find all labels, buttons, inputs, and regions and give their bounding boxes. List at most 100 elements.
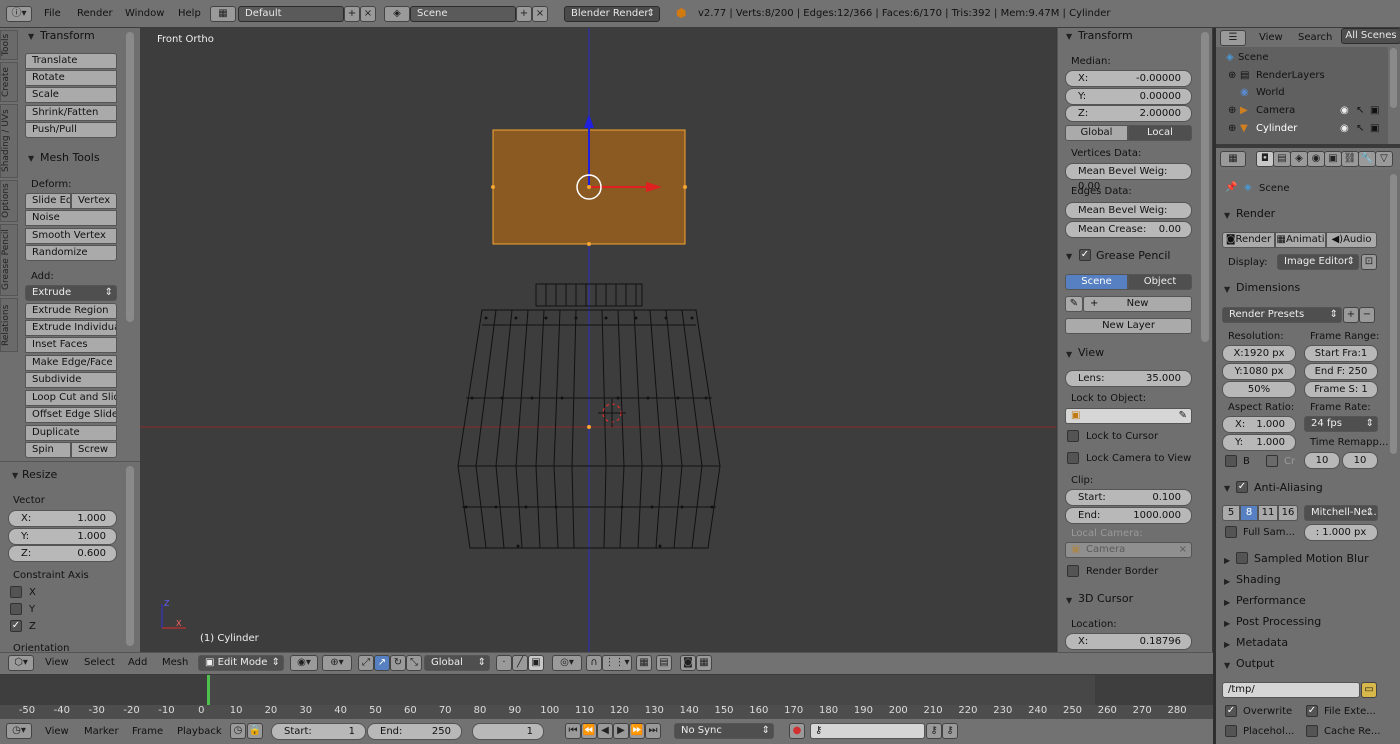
render-still-button[interactable]: ◙Render [1222, 232, 1275, 248]
constraint-z-checkbox[interactable]: ✓ [10, 620, 22, 632]
global-toggle[interactable]: Global [1065, 125, 1128, 141]
collapse-grease-icon[interactable]: ▼ [1066, 252, 1072, 261]
local-toggle[interactable]: Local [1128, 125, 1192, 141]
timeline-menu-playback[interactable]: Playback [177, 726, 222, 737]
gp-new-button[interactable]: + New [1083, 296, 1192, 312]
edge-bevel-weight-field[interactable]: Mean Bevel Weig: 0.00 [1065, 202, 1192, 231]
randomize-button[interactable]: Randomize [25, 245, 117, 261]
grease-pencil-checkbox[interactable]: ✓ [1079, 249, 1091, 261]
layout-field[interactable]: Default [238, 6, 344, 22]
view-panel-title[interactable]: View [1078, 346, 1104, 359]
aspect-y-field[interactable]: Y: 1.000 [1222, 434, 1296, 451]
aa-samples-8[interactable]: 8 [1240, 505, 1258, 521]
properties-scrollbar[interactable] [1390, 174, 1397, 454]
cache-result-checkbox[interactable] [1306, 725, 1318, 737]
dimensions-panel-title[interactable]: Dimensions [1236, 281, 1300, 294]
lock-camera-checkbox[interactable] [1067, 452, 1079, 464]
aspect-x-field[interactable]: X: 1.000 [1222, 416, 1296, 433]
motion-blur-checkbox[interactable] [1236, 552, 1248, 564]
proportional-edit-icon[interactable]: ◎▾ [552, 655, 582, 671]
outliner-view-menu[interactable]: View [1259, 32, 1283, 43]
resize-y-field[interactable]: Y: 1.000 [8, 528, 117, 545]
properties-editor-icon[interactable]: ▦ [1220, 151, 1246, 167]
post-processing-panel-title[interactable]: Post Processing [1236, 615, 1321, 628]
motion-blur-title[interactable]: Sampled Motion Blur [1254, 552, 1369, 565]
outliner-item-world[interactable]: World [1256, 87, 1285, 98]
expand-motion-blur-icon[interactable]: ▶ [1224, 556, 1230, 565]
mean-crease-field[interactable]: Mean Crease: 0.00 [1065, 221, 1192, 238]
display-mode-select[interactable]: All Scenes [1341, 28, 1400, 44]
make-edge-face-button[interactable]: Make Edge/Face [25, 355, 117, 371]
full-sample-checkbox[interactable] [1225, 526, 1237, 538]
smooth-vertex-button[interactable]: Smooth Vertex [25, 228, 117, 244]
grease-pencil-title[interactable]: Grease Pencil [1096, 249, 1170, 262]
placeholders-checkbox[interactable] [1225, 725, 1237, 737]
collapse-resize-icon[interactable]: ▼ [12, 471, 18, 480]
constraint-x-checkbox[interactable] [10, 586, 22, 598]
occlude-geometry-icon[interactable]: ▤ [656, 655, 672, 671]
scene-tab-icon[interactable]: ◈ [1290, 151, 1308, 167]
vertex-bevel-weight-field[interactable]: Mean Bevel Weig: 0.00 [1065, 163, 1192, 192]
timeline-menu-frame[interactable]: Frame [132, 726, 163, 737]
menu-view[interactable]: View [45, 657, 69, 668]
filter-size-field[interactable]: : 1.000 px [1304, 524, 1378, 541]
preview-range-icon[interactable]: ◷ [230, 723, 246, 739]
collapse-transform-icon[interactable]: ▼ [28, 32, 34, 41]
layers-icon[interactable]: ▦ [636, 655, 652, 671]
noise-button[interactable]: Noise [25, 210, 117, 226]
n-panel-scrollbar[interactable] [1201, 32, 1209, 342]
visibility-eye-icon[interactable]: ◉ [1340, 105, 1349, 116]
expand-shading-icon[interactable]: ▶ [1224, 577, 1230, 586]
expand-metadata-icon[interactable]: ▶ [1224, 640, 1230, 649]
frame-start-field[interactable]: Start Fra:1 [1304, 345, 1378, 362]
timeline-menu-marker[interactable]: Marker [84, 726, 119, 737]
anti-aliasing-title[interactable]: Anti-Aliasing [1254, 481, 1323, 494]
frame-end-field[interactable]: End F: 250 [1304, 363, 1378, 380]
collapse-output-icon[interactable]: ▼ [1224, 661, 1230, 670]
collapse-cursor-icon[interactable]: ▼ [1066, 596, 1072, 605]
collapse-mesh-tools-icon[interactable]: ▼ [28, 154, 34, 163]
display-select[interactable]: Image Editor ⇕ [1277, 254, 1359, 270]
menu-window[interactable]: Window [125, 8, 164, 19]
slide-edge-button[interactable]: Slide Ed [25, 193, 71, 209]
menu-help[interactable]: Help [178, 8, 201, 19]
outliner-search-menu[interactable]: Search [1298, 32, 1332, 43]
screw-button[interactable]: Screw [71, 442, 117, 458]
add-scene-icon[interactable]: + [516, 6, 532, 22]
aa-samples-11[interactable]: 11 [1258, 505, 1278, 521]
lock-range-icon[interactable]: 🔒 [247, 723, 263, 739]
transform-panel-title[interactable]: Transform [40, 29, 95, 42]
expand-icon[interactable]: ⊕ [1228, 123, 1236, 134]
pivot-point-icon[interactable]: ⊕▾ [322, 655, 352, 671]
transform-orientation-select[interactable]: Global ⇕ [424, 655, 490, 671]
border-checkbox[interactable] [1225, 455, 1237, 467]
viewport-shading-icon[interactable]: ◉▾ [290, 655, 318, 671]
expand-performance-icon[interactable]: ▶ [1224, 598, 1230, 607]
duplicate-button[interactable]: Duplicate [25, 425, 117, 441]
outliner-item-scene[interactable]: Scene [1238, 52, 1269, 63]
opengl-render-icon[interactable]: ◙ [680, 655, 696, 671]
manipulator-toggle-icon[interactable]: ⤢ [358, 655, 374, 671]
rotate-button[interactable]: Rotate [25, 70, 117, 86]
render-tab-icon[interactable]: ◘ [1256, 151, 1274, 167]
spin-button[interactable]: Spin [25, 442, 71, 458]
render-presets-select[interactable]: Render Presets ⇕ [1222, 307, 1342, 323]
shading-panel-title[interactable]: Shading [1236, 573, 1281, 586]
tab-tools[interactable]: Tools [0, 30, 18, 60]
current-frame-field[interactable]: 1 [472, 723, 544, 740]
metadata-panel-title[interactable]: Metadata [1236, 636, 1288, 649]
lens-field[interactable]: Lens: 35.000 [1065, 370, 1192, 387]
delete-keyframe-icon[interactable]: ⚷ [942, 723, 958, 739]
jump-start-icon[interactable]: ⏮ [565, 723, 581, 739]
outliner-item-cylinder[interactable]: Cylinder [1256, 123, 1297, 134]
frame-rate-select[interactable]: 24 fps ⇕ [1304, 416, 1378, 432]
vertex-select-icon[interactable]: · [496, 655, 512, 671]
clip-end-field[interactable]: End: 1000.000 [1065, 507, 1192, 524]
tab-create[interactable]: Create [0, 62, 18, 102]
output-path-field[interactable]: /tmp/ [1222, 682, 1360, 698]
render-audio-button[interactable]: ◀)Audio [1326, 232, 1377, 248]
vertex-slide-button[interactable]: Vertex [71, 193, 117, 209]
local-camera-field[interactable]: ▣ Camera × [1065, 542, 1192, 558]
shrink-fatten-button[interactable]: Shrink/Fatten [25, 105, 117, 121]
end-frame-field[interactable]: End: 250 [367, 723, 462, 740]
